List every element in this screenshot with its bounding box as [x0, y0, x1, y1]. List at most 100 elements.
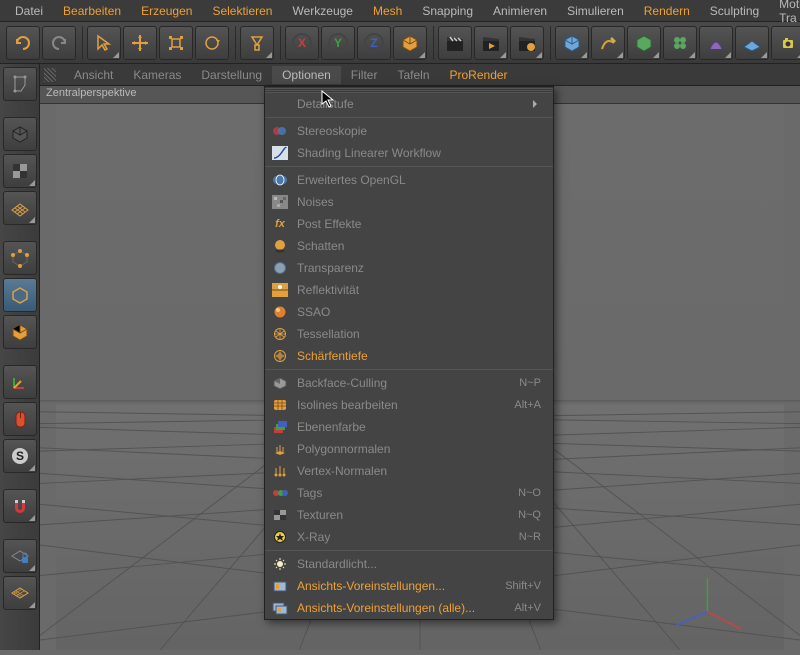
svg-text:X: X — [298, 36, 306, 50]
menu-noises[interactable]: Noises — [265, 191, 553, 213]
clapper-gear-icon — [516, 32, 538, 54]
view-menu-ansicht[interactable]: Ansicht — [64, 66, 123, 84]
menu-tags[interactable]: Tags N~O — [265, 482, 553, 504]
environment-button[interactable] — [735, 26, 769, 60]
vertex-normals-icon — [271, 463, 289, 479]
menu-ebenenfarbe[interactable]: Ebenenfarbe — [265, 416, 553, 438]
magnet-icon — [9, 495, 31, 517]
menu-xray[interactable]: X-Ray N~R — [265, 526, 553, 548]
last-tool[interactable] — [240, 26, 274, 60]
axis-y-icon: Y — [327, 32, 349, 54]
menu-erzeugen[interactable]: Erzeugen — [132, 2, 201, 20]
view-prefs-icon — [271, 578, 289, 594]
deformers2-button[interactable] — [699, 26, 733, 60]
menu-werkzeuge[interactable]: Werkzeuge — [283, 2, 361, 20]
scale-tool[interactable] — [159, 26, 193, 60]
menu-snapping[interactable]: Snapping — [413, 2, 482, 20]
render-pv-button[interactable] — [474, 26, 508, 60]
menu-tessellation[interactable]: Tessellation — [265, 323, 553, 345]
workplane-snap-button[interactable] — [3, 539, 37, 573]
scale-icon — [165, 32, 187, 54]
deformer-button[interactable] — [663, 26, 697, 60]
cube-dark-icon — [9, 123, 31, 145]
menu-schatten[interactable]: Schatten — [265, 235, 553, 257]
menu-shading-linear-workflow[interactable]: Shading Linearer Workflow — [265, 142, 553, 164]
snap-button[interactable] — [3, 489, 37, 523]
menu-reflektivitaet[interactable]: Reflektivität — [265, 279, 553, 301]
texture-mode-button[interactable] — [3, 154, 37, 188]
menu-rendern[interactable]: Rendern — [635, 2, 699, 20]
menu-polygonnormalen[interactable]: Polygonnormalen — [265, 438, 553, 460]
view-menu-kameras[interactable]: Kameras — [123, 66, 191, 84]
menu-schaerfentiefe[interactable]: Schärfentiefe — [265, 345, 553, 367]
pen-icon — [597, 32, 619, 54]
menu-isolines[interactable]: Isolines bearbeiten Alt+A — [265, 394, 553, 416]
menu-simulieren[interactable]: Simulieren — [558, 2, 633, 20]
view-menu-tafeln[interactable]: Tafeln — [387, 66, 439, 84]
point-mode-button[interactable] — [3, 241, 37, 275]
camera-button[interactable] — [771, 26, 800, 60]
select-tool[interactable] — [87, 26, 121, 60]
xray-icon — [271, 529, 289, 545]
undo-button[interactable] — [6, 26, 40, 60]
view-menu-filter[interactable]: Filter — [341, 66, 388, 84]
menu-detailstufe[interactable]: Detailstufe — [265, 93, 553, 115]
menu-animieren[interactable]: Animieren — [484, 2, 556, 20]
recent-tool-icon — [246, 32, 268, 54]
menu-motion-tracker[interactable]: Motion Tra — [770, 0, 800, 27]
workplane-mode-button[interactable] — [3, 191, 37, 225]
shortcut-label: Shift+V — [505, 580, 541, 592]
cube-primitive-icon — [561, 32, 583, 54]
menu-erweitertes-opengl[interactable]: Erweitertes OpenGL — [265, 169, 553, 191]
move-tool[interactable] — [123, 26, 157, 60]
menu-ssao[interactable]: SSAO — [265, 301, 553, 323]
view-menu-darstellung[interactable]: Darstellung — [191, 66, 272, 84]
grip-icon[interactable] — [44, 68, 56, 82]
menu-ansichts-voreinstellungen-alle[interactable]: Ansichts-Voreinstellungen (alle)... Alt+… — [265, 597, 553, 619]
floor-icon — [741, 32, 763, 54]
axis-mode-button[interactable] — [3, 365, 37, 399]
primitive-button[interactable] — [555, 26, 589, 60]
menu-sculpting[interactable]: Sculpting — [701, 2, 768, 20]
menu-backface-culling[interactable]: Backface-Culling N~P — [265, 372, 553, 394]
menu-ansichts-voreinstellungen[interactable]: Ansichts-Voreinstellungen... Shift+V — [265, 575, 553, 597]
axis-z-lock[interactable]: Z — [357, 26, 391, 60]
axis-z-icon: Z — [363, 32, 385, 54]
shortcut-label: N~R — [519, 531, 541, 543]
render-settings-button[interactable] — [510, 26, 544, 60]
menu-datei[interactable]: Datei — [6, 2, 52, 20]
edge-mode-button[interactable] — [3, 278, 37, 312]
submenu-arrow-icon — [533, 100, 541, 108]
polygon-mode-button[interactable] — [3, 315, 37, 349]
menu-texturen[interactable]: Texturen N~Q — [265, 504, 553, 526]
generator-button[interactable] — [627, 26, 661, 60]
viewport-solo-button[interactable]: S — [3, 439, 37, 473]
menu-vertex-normalen[interactable]: Vertex-Normalen — [265, 460, 553, 482]
bend-icon — [705, 32, 727, 54]
view-menu-optionen[interactable]: Optionen — [272, 66, 341, 84]
spline-button[interactable] — [591, 26, 625, 60]
axis-y-lock[interactable]: Y — [321, 26, 355, 60]
menu-transparenz[interactable]: Transparenz — [265, 257, 553, 279]
model-mode-button[interactable] — [3, 117, 37, 151]
redo-button[interactable] — [42, 26, 76, 60]
grid-lock-icon — [9, 545, 31, 567]
isolines-icon — [271, 397, 289, 413]
poly-normals-icon — [271, 441, 289, 457]
menu-stereoskopie[interactable]: Stereoskopie — [265, 120, 553, 142]
make-editable-button[interactable] — [3, 67, 37, 101]
locked-workplane-button[interactable] — [3, 576, 37, 610]
axis-x-lock[interactable]: X — [285, 26, 319, 60]
menu-selektieren[interactable]: Selektieren — [203, 2, 281, 20]
render-view-button[interactable] — [438, 26, 472, 60]
menu-bearbeiten[interactable]: Bearbeiten — [54, 2, 130, 20]
menu-post-effekte[interactable]: fx Post Effekte — [265, 213, 553, 235]
curve-icon — [271, 145, 289, 161]
rotate-tool[interactable] — [195, 26, 229, 60]
coord-system-button[interactable] — [393, 26, 427, 60]
shortcut-label: N~P — [519, 377, 541, 389]
view-menu-prorender[interactable]: ProRender — [440, 66, 518, 84]
menu-mesh[interactable]: Mesh — [364, 2, 411, 20]
tweak-mode-button[interactable] — [3, 402, 37, 436]
menu-standardlicht[interactable]: Standardlicht... — [265, 553, 553, 575]
